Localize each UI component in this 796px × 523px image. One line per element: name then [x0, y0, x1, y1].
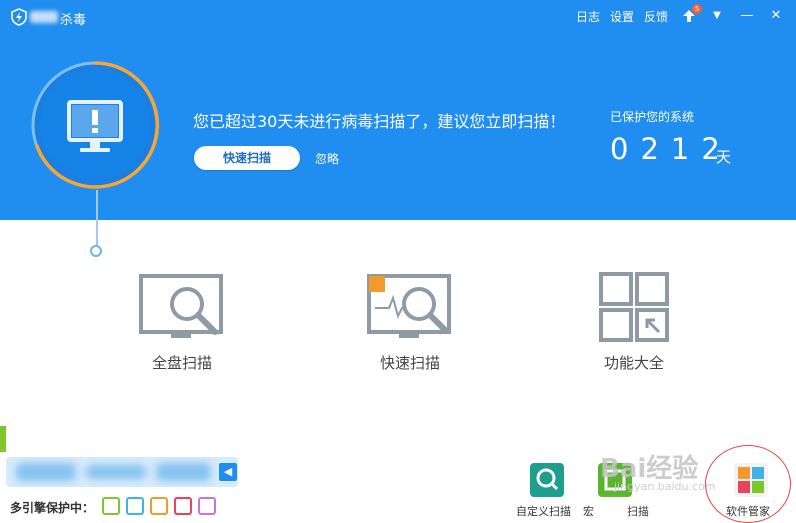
custom-scan-label: 自定义扫描: [516, 505, 571, 518]
system-repair-engine-icon[interactable]: [150, 497, 168, 515]
quick-scan-button[interactable]: 快速扫描: [194, 146, 300, 170]
title-bar[interactable]: 杀毒 日志 设置 反馈 5 ▼ — ✕: [0, 0, 796, 32]
expand-arrow-button[interactable]: ◀: [219, 463, 237, 481]
dropdown-menu-button[interactable]: ▼: [708, 7, 726, 25]
timeline-connector: [96, 190, 98, 246]
status-header: 杀毒 日志 设置 反馈 5 ▼ — ✕ 您已超过30天未进行病毒扫描了，建议您立…: [0, 0, 796, 220]
protected-label: 已保护您的系统: [610, 110, 695, 124]
macro-scan-label: 宏: [583, 505, 594, 518]
recommended-tag: 荐: [385, 277, 396, 290]
cloud-engine-icon[interactable]: [102, 497, 120, 515]
macro-scan-label-tail: 扫描: [627, 505, 649, 518]
quick-scan-tile[interactable]: 荐 快速扫描: [340, 272, 480, 382]
bitdefender-engine-icon[interactable]: [198, 497, 216, 515]
custom-scan-icon: [536, 468, 559, 491]
log-link[interactable]: 日志: [576, 8, 600, 25]
qvm-engine-icon[interactable]: [126, 497, 144, 515]
full-scan-label: 全盘扫描: [151, 354, 212, 372]
feedback-link[interactable]: 反馈: [644, 8, 668, 25]
all-features-tile[interactable]: 功能大全: [564, 272, 704, 382]
close-button[interactable]: ✕: [767, 7, 785, 25]
upgrade-badge: 5: [692, 4, 702, 14]
quick-scan-icon: [367, 274, 451, 338]
all-features-icon: [599, 272, 669, 342]
scan-reminder-message: 您已超过30天未进行病毒扫描了，建议您立即扫描！: [193, 112, 566, 131]
avira-engine-icon[interactable]: [174, 497, 192, 515]
protected-days-count: 0212: [610, 132, 732, 166]
protection-status-ring: [31, 61, 160, 189]
custom-scan-tool[interactable]: [530, 463, 564, 497]
ignore-link[interactable]: 忽略: [315, 150, 339, 167]
engine-protection-label: 多引擎保护中：: [10, 501, 95, 515]
quick-scan-label: 快速扫描: [379, 354, 440, 372]
timeline-dot: [90, 245, 102, 257]
all-features-label: 功能大全: [603, 354, 664, 372]
app-title: 杀毒: [60, 13, 87, 28]
highlight-annotation-circle: [705, 445, 791, 523]
shield-logo-icon: [11, 8, 27, 26]
side-tab[interactable]: [0, 426, 6, 452]
full-scan-icon: [139, 274, 223, 338]
minimize-button[interactable]: —: [738, 7, 756, 25]
days-unit: 天: [716, 148, 732, 166]
blurred-title: [30, 11, 58, 23]
settings-link[interactable]: 设置: [610, 8, 634, 25]
full-scan-tile[interactable]: 全盘扫描: [112, 272, 252, 382]
watermark-sub: jingyan.baidu.com: [614, 480, 716, 493]
blurred-info-bar: [6, 457, 238, 487]
